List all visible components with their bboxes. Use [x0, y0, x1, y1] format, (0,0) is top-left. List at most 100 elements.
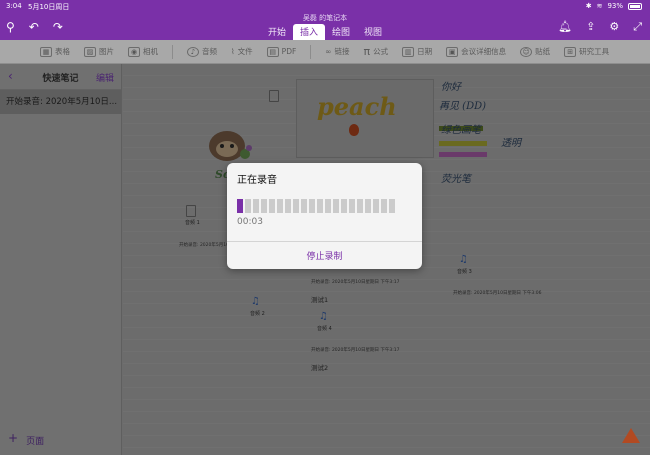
pi-icon: π [363, 45, 371, 58]
audio-file-label: 音频 3 [457, 269, 472, 275]
sticker-icon: ☺ [520, 46, 533, 57]
insert-ribbon: ▦ 表格 ▨ 图片 ◉ 相机 ♪ 音频 ⌇ 文件 ▤ PDF ∞ 链接 π 公式 ▥ 日期 ▣ 会议… [0, 40, 650, 64]
ribbon-label: 表格 [55, 47, 70, 56]
photo-word: peach [317, 92, 397, 121]
app-logo-icon [622, 428, 640, 443]
audio-note-icon[interactable]: ♫ [319, 311, 328, 322]
calendar-icon: ▥ [402, 46, 415, 57]
audio-note-icon[interactable]: ♫ [251, 296, 260, 307]
note-text[interactable]: 测试1 [311, 294, 328, 304]
ribbon-label: 相机 [143, 47, 158, 56]
insert-file-button[interactable]: ⌇ 文件 [231, 46, 253, 57]
bell-icon[interactable]: 🔔︎ [558, 20, 572, 34]
meter-segment [293, 199, 299, 213]
plus-icon: + [8, 431, 19, 445]
ribbon-label: 文件 [237, 47, 253, 56]
insert-date-button[interactable]: ▥ 日期 [402, 46, 432, 57]
meter-segment [317, 199, 323, 213]
handwriting-line: 你好 [441, 82, 461, 93]
insert-equation-button[interactable]: π 公式 [364, 45, 389, 58]
meter-segment [349, 199, 355, 213]
meter-segment [373, 199, 379, 213]
battery-icon [628, 2, 642, 10]
ribbon-label: 音频 [202, 47, 217, 56]
meter-segment [341, 199, 347, 213]
status-date: 5月10日周日 [28, 3, 70, 11]
meter-segment [277, 199, 283, 213]
meter-segment [325, 199, 331, 213]
title-bar: 3:04 5月10日周日 ✱ ≋ 93% 吴磊 的笔记本 ⚲ ↶ ↷ 开始 插入… [0, 0, 650, 40]
meter-segment [285, 199, 291, 213]
add-page-button[interactable]: + 页面 [8, 431, 45, 447]
tab-insert[interactable]: 插入 [292, 24, 325, 40]
meter-segment [381, 199, 387, 213]
dialog-divider [227, 241, 422, 242]
meter-segment [301, 199, 307, 213]
table-icon: ▦ [40, 46, 52, 57]
ribbon-label: 图片 [99, 47, 114, 56]
wifi-icon: ≋ [596, 2, 603, 10]
sidebar-header: ‹ 快速笔记 编辑 [0, 64, 121, 90]
page-sidebar: ‹ 快速笔记 编辑 开始录音: 2020年5月10日... + 页面 [0, 64, 122, 455]
audio-level-meter [237, 199, 395, 213]
note-text[interactable]: 测试2 [311, 362, 328, 372]
meter-segment [269, 199, 275, 213]
meeting-details-button[interactable]: ▣ 会议详细信息 [446, 46, 506, 57]
ribbon-label: 贴纸 [535, 47, 551, 56]
research-tool-button[interactable]: ⊞ 研究工具 [564, 46, 609, 57]
notebook-title: 吴磊 的笔记本 [302, 14, 348, 22]
insert-table-button[interactable]: ▦ 表格 [40, 46, 70, 57]
gear-icon[interactable]: ⚙ [609, 20, 619, 34]
meter-segment [365, 199, 371, 213]
meter-segment [309, 199, 315, 213]
add-page-label: 页面 [26, 437, 45, 447]
handwriting-line: 透明 [501, 138, 521, 149]
audio-note-icon[interactable]: ♫ [459, 254, 468, 265]
meter-segment [261, 199, 267, 213]
meter-segment [333, 199, 339, 213]
insert-link-button[interactable]: ∞ 链接 [325, 46, 349, 57]
file-icon[interactable] [269, 90, 279, 102]
tab-home[interactable]: 开始 [261, 24, 293, 40]
ribbon-tabs: 开始 插入 绘图 视图 [0, 24, 650, 40]
paperclip-icon: ⌇ [231, 47, 235, 56]
tab-draw[interactable]: 绘图 [325, 24, 357, 40]
ribbon-divider [172, 44, 173, 59]
peach-photo[interactable]: peach [296, 79, 434, 158]
meter-segment [389, 199, 395, 213]
expand-icon[interactable]: ⤢ [633, 20, 642, 34]
ribbon-label: 日期 [417, 47, 433, 56]
handwriting-line: 绿色画笔 [441, 125, 481, 136]
insert-pdf-button[interactable]: ▤ PDF [266, 46, 296, 57]
recording-timestamp: 开始录音: 2020年5月10日星期日 下午3:17 [311, 280, 400, 285]
research-icon: ⊞ [564, 46, 577, 57]
audio-file-label: 音频 4 [317, 326, 332, 332]
audio-file-label: 音频 1 [185, 220, 200, 226]
insert-picture-button[interactable]: ▨ 图片 [84, 46, 114, 57]
insert-audio-button[interactable]: ♪ 音频 [187, 46, 217, 57]
audio-file-icon[interactable] [186, 205, 196, 217]
audio-file-label: 音频 2 [250, 311, 265, 317]
meter-segment [357, 199, 363, 213]
camera-icon: ◉ [128, 46, 140, 57]
recording-timer: 00:03 [237, 217, 263, 227]
insert-sticker-button[interactable]: ☺ 贴纸 [520, 46, 550, 57]
meeting-icon: ▣ [446, 46, 459, 57]
tab-view[interactable]: 视图 [357, 24, 389, 40]
sidebar-page-item[interactable]: 开始录音: 2020年5月10日... [0, 90, 121, 114]
stop-recording-button[interactable]: 停止录制 [227, 249, 422, 262]
dialog-title: 正在录音 [237, 175, 277, 186]
microphone-icon: ♪ [187, 46, 199, 57]
battery-percent: 93% [607, 2, 623, 10]
peach-icon [349, 124, 359, 136]
meter-segment [253, 199, 259, 213]
handwriting-line: 荧光笔 [441, 174, 471, 185]
insert-camera-button[interactable]: ◉ 相机 [128, 46, 158, 57]
recording-dialog: 正在录音 00:03 停止录制 [227, 163, 422, 269]
recording-timestamp: 开始录音: 2020年5月10日星期日 下午3:17 [311, 348, 400, 353]
share-icon[interactable]: ⇪ [586, 20, 595, 34]
ribbon-label: 会议详细信息 [461, 47, 507, 56]
pdf-icon: ▤ [266, 46, 279, 57]
bluetooth-icon: ✱ [585, 2, 592, 10]
edit-button[interactable]: 编辑 [96, 71, 114, 84]
